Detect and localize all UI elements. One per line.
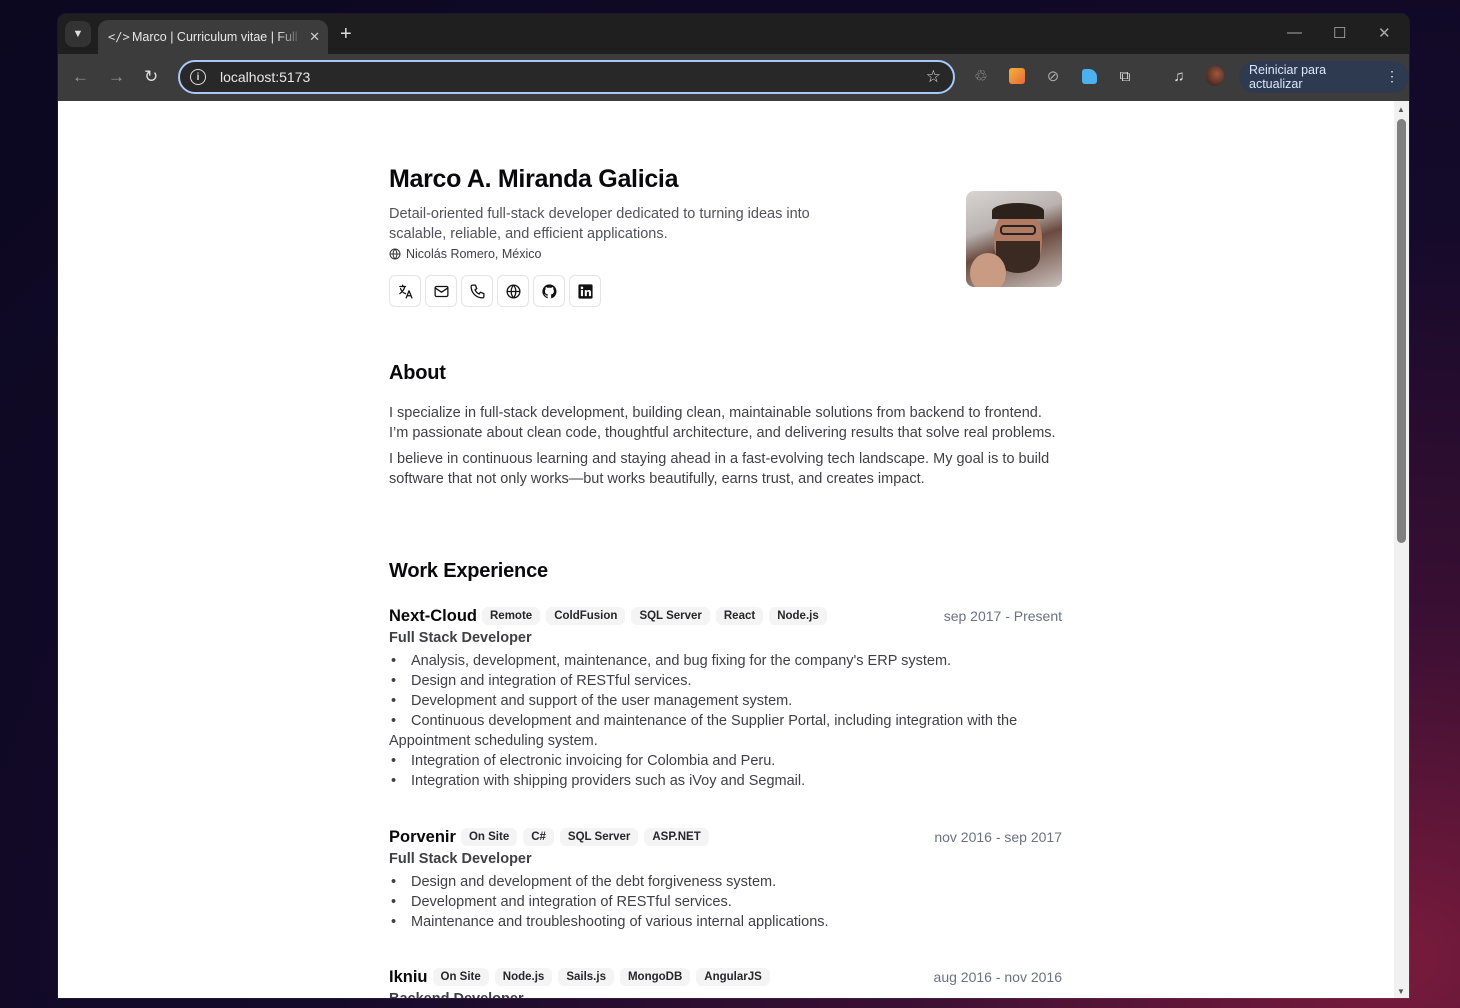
browser-window: ▼ </> Marco | Curriculum vitae | Full St…	[58, 14, 1409, 998]
list-item: Development and integration of RESTful s…	[389, 892, 1062, 912]
skill-badge: Sails.js	[558, 968, 614, 986]
menu-dots-icon[interactable]: ⋮	[1385, 68, 1399, 85]
profile-avatar-icon[interactable]	[1206, 66, 1224, 86]
website-button[interactable]	[497, 275, 529, 307]
close-icon[interactable]: ✕	[309, 29, 320, 45]
skill-badge: C#	[523, 828, 554, 846]
phone-icon	[469, 283, 485, 299]
list-item: Design and development of the debt forgi…	[389, 872, 1062, 892]
minimize-icon[interactable]: —	[1287, 24, 1302, 41]
job-bullets: Analysis, development, maintenance, and …	[389, 651, 1062, 791]
tab-bar: ▼ </> Marco | Curriculum vitae | Full St…	[58, 14, 1409, 54]
language-button[interactable]	[389, 275, 421, 307]
skill-badge: SQL Server	[559, 828, 639, 846]
job-role: Full Stack Developer	[389, 630, 532, 646]
maximize-icon[interactable]: ☐	[1333, 24, 1346, 42]
about-heading: About	[389, 362, 446, 384]
location[interactable]: Nicolás Romero, México	[389, 247, 541, 261]
extension-color-icon[interactable]	[1008, 67, 1026, 85]
skill-badge: ColdFusion	[546, 607, 626, 625]
job-entry: Ikniu On Site Node.js Sails.js MongoDB A…	[389, 966, 1062, 999]
page-viewport: Marco A. Miranda Galicia Detail-oriented…	[58, 101, 1394, 998]
compass-icon[interactable]: ⊘	[1044, 67, 1062, 85]
list-item: Maintenance and troubleshooting of vario…	[389, 912, 1062, 932]
restart-update-label: Reiniciar para actualizar	[1249, 63, 1327, 91]
job-role: Full Stack Developer	[389, 851, 532, 867]
translate-icon	[398, 283, 413, 299]
avatar	[966, 191, 1062, 287]
about-paragraph: I specialize in full-stack development, …	[389, 405, 1056, 441]
restart-update-button[interactable]: Reiniciar para actualizar ⋮	[1239, 61, 1409, 93]
skill-badge: Remote	[482, 607, 541, 625]
url-text[interactable]: localhost:5173	[220, 69, 926, 85]
scroll-down-icon[interactable]: ▼	[1397, 987, 1405, 996]
about-section: I specialize in full-stack development, …	[389, 403, 1062, 489]
new-tab-button[interactable]: +	[340, 23, 352, 45]
contact-links	[389, 275, 601, 307]
list-item: Analysis, development, maintenance, and …	[389, 651, 1062, 671]
list-item: Integration of electronic invoicing for …	[389, 751, 1062, 771]
tagline: Detail-oriented full-stack developer ded…	[389, 206, 810, 242]
skill-badge: React	[715, 607, 764, 625]
skill-badge: On Site	[432, 968, 489, 986]
page-title: Marco A. Miranda Galicia	[389, 165, 679, 193]
list-item: Design and integration of RESTful servic…	[389, 671, 1062, 691]
company-name[interactable]: Ikniu	[389, 968, 428, 987]
tab-search-button[interactable]: ▼	[65, 21, 91, 47]
back-icon[interactable]: ←	[72, 67, 89, 87]
company-name[interactable]: Next-Cloud	[389, 607, 477, 626]
scrollbar[interactable]: ▲ ▼	[1394, 101, 1409, 998]
site-info-icon[interactable]: i	[190, 69, 206, 85]
cv-header: Marco A. Miranda Galicia Detail-oriented…	[389, 101, 1062, 321]
browser-toolbar: ← → ↻ i localhost:5173 ☆ ♲ ⊘ ⧉ ♫ Reinici…	[58, 54, 1409, 101]
scrollbar-thumb[interactable]	[1397, 119, 1406, 543]
window-close-icon[interactable]: ✕	[1378, 24, 1391, 42]
tab-title: Marco | Curriculum vitae | Full Stack De…	[132, 30, 303, 44]
forward-icon[interactable]: →	[108, 67, 125, 87]
skill-badge: Node.js	[769, 607, 827, 625]
reload-icon[interactable]: ↻	[144, 67, 158, 87]
extension-recycle-icon[interactable]: ♲	[972, 67, 990, 85]
extension-blue-icon[interactable]	[1080, 67, 1098, 85]
skill-badge: On Site	[460, 828, 518, 846]
list-item: Development and support of the user mana…	[389, 691, 1062, 711]
github-icon	[541, 283, 556, 298]
skill-badge: AngularJS	[696, 968, 770, 986]
skill-badge: SQL Server	[631, 607, 710, 625]
skill-badge: MongoDB	[619, 968, 691, 986]
skill-badge: Node.js	[494, 968, 553, 986]
list-item: Continuous development and maintenance o…	[389, 711, 1062, 751]
list-item: Integration with shipping providers such…	[389, 771, 1062, 791]
puzzle-icon[interactable]: ⧉	[1116, 67, 1134, 85]
skill-badge: ASP.NET	[644, 828, 709, 846]
code-icon: </>	[108, 30, 130, 44]
linkedin-icon	[577, 283, 593, 299]
job-role: Backend Developer	[389, 991, 1062, 998]
company-name[interactable]: Porvenir	[389, 828, 456, 847]
job-dates: sep 2017 - Present	[943, 608, 1062, 624]
github-button[interactable]	[533, 275, 565, 307]
location-text: Nicolás Romero, México	[406, 247, 542, 261]
job-dates: aug 2016 - nov 2016	[933, 969, 1062, 985]
work-heading: Work Experience	[389, 560, 548, 582]
job-bullets: Design and development of the debt forgi…	[389, 872, 1062, 932]
media-control-icon[interactable]: ♫	[1170, 67, 1188, 85]
job-dates: nov 2016 - sep 2017	[934, 829, 1062, 845]
job-entry: Porvenir On Site C# SQL Server ASP.NET n…	[389, 826, 1062, 932]
cv-page: Marco A. Miranda Galicia Detail-oriented…	[389, 101, 1062, 998]
phone-button[interactable]	[461, 275, 493, 307]
scroll-up-icon[interactable]: ▲	[1397, 105, 1405, 114]
address-bar[interactable]: i localhost:5173 ☆	[178, 60, 955, 94]
globe-icon	[505, 283, 521, 299]
bookmark-star-icon[interactable]: ☆	[926, 67, 941, 87]
globe-icon	[389, 248, 401, 260]
tab-active[interactable]: </> Marco | Curriculum vitae | Full Stac…	[98, 20, 328, 54]
email-button[interactable]	[425, 275, 457, 307]
job-entry: Next-Cloud Remote ColdFusion SQL Server …	[389, 605, 1062, 791]
about-paragraph: I believe in continuous learning and sta…	[389, 451, 1050, 487]
mail-icon	[433, 285, 449, 297]
linkedin-button[interactable]	[569, 275, 601, 307]
